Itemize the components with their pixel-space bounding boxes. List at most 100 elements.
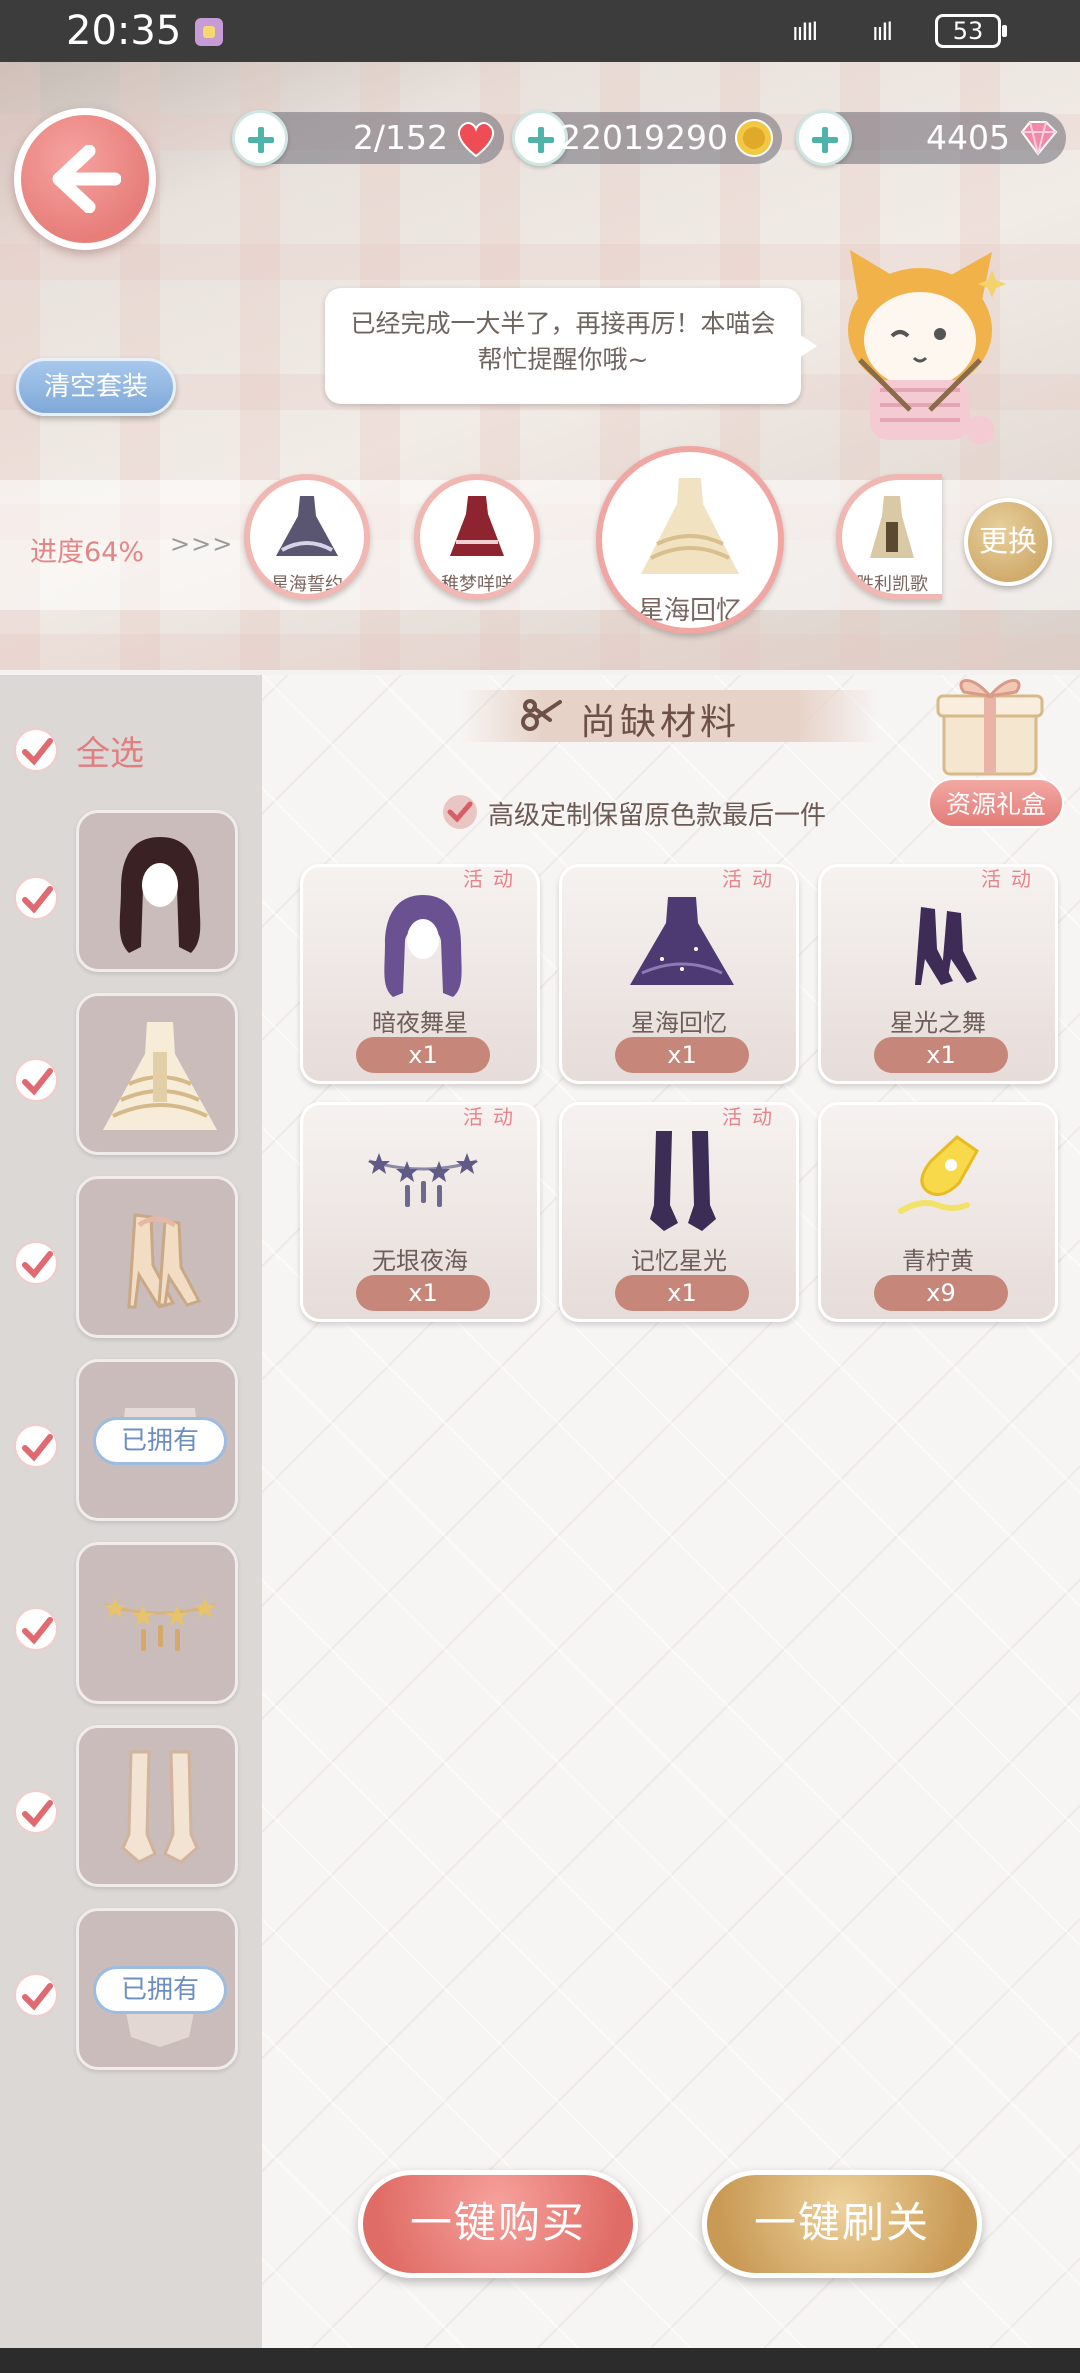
check-icon xyxy=(22,1800,53,1828)
heart-icon xyxy=(458,122,494,158)
check-icon xyxy=(447,801,473,823)
suit-label: 星海誓约 xyxy=(271,574,343,595)
gown-icon xyxy=(870,496,914,558)
check-icon xyxy=(22,1251,53,1279)
item-checkbox[interactable] xyxy=(14,1424,58,1468)
event-tag: 活动 xyxy=(981,867,1041,891)
diamond-icon xyxy=(1020,121,1058,156)
gloves-icon xyxy=(650,1131,716,1231)
gift-box-icon xyxy=(936,679,1044,776)
check-icon xyxy=(22,1617,53,1645)
app-notification-icon xyxy=(195,18,223,46)
gold-counter: 22019290 xyxy=(512,110,782,166)
gold-value: 22019290 xyxy=(560,118,728,157)
shoes-icon xyxy=(127,1213,202,1309)
item-checkbox[interactable] xyxy=(14,1607,58,1651)
add-diamond-button[interactable] xyxy=(796,110,852,166)
material-name: 记忆星光 xyxy=(631,1247,727,1275)
select-all-label[interactable]: 全选 xyxy=(76,726,144,775)
cat-mascot-icon xyxy=(848,250,1006,444)
shoes-icon xyxy=(915,907,977,985)
material-qty: x1 xyxy=(615,1275,749,1311)
material-name: 星海回忆 xyxy=(631,1009,727,1037)
owned-badge: 已拥有 xyxy=(93,1966,227,2014)
material-qty: x1 xyxy=(874,1037,1008,1073)
dress-icon xyxy=(103,1022,217,1130)
material-qty: x1 xyxy=(356,1037,490,1073)
select-all-checkbox[interactable] xyxy=(14,728,58,772)
material-qty: x9 xyxy=(874,1275,1008,1311)
back-button[interactable] xyxy=(14,108,156,250)
suit-thumbnail-current[interactable]: 星海回忆 xyxy=(596,446,784,634)
material-name: 星光之舞 xyxy=(890,1009,986,1037)
keep-original-label[interactable]: 高级定制保留原色款最后一件 xyxy=(488,795,826,832)
item-slot-necklace[interactable] xyxy=(76,1542,238,1704)
gown-icon xyxy=(276,496,338,556)
material-name: 青柠黄 xyxy=(902,1247,974,1275)
gold-coin-icon xyxy=(735,119,773,157)
material-card[interactable]: 活动 星海回忆 x1 xyxy=(559,864,799,1084)
material-card[interactable]: 青柠黄 x9 xyxy=(818,1102,1058,1322)
item-slot-coat[interactable]: 已拥有 xyxy=(76,1359,238,1521)
material-card[interactable]: 活动 暗夜舞星 x1 xyxy=(300,864,540,1084)
item-checkbox[interactable] xyxy=(14,1973,58,2017)
necklace-icon xyxy=(368,1153,478,1207)
event-tag: 活动 xyxy=(463,1105,523,1129)
status-bar: 20:35 ııIIl ııIl 53 xyxy=(0,0,1080,62)
event-tag: 活动 xyxy=(722,867,782,891)
dress-icon xyxy=(630,897,734,985)
hair-icon xyxy=(384,895,462,997)
scissors-icon xyxy=(521,699,562,731)
back-arrow-icon xyxy=(52,145,121,213)
check-icon xyxy=(22,1983,53,2011)
suit-thumbnail-2[interactable]: 稚梦咩咩 xyxy=(414,474,540,600)
check-icon xyxy=(22,886,53,914)
suit-label: 胜利凯歌 xyxy=(856,574,928,595)
resource-gift-button[interactable]: 资源礼盒 xyxy=(928,778,1064,828)
item-checkbox[interactable] xyxy=(14,1790,58,1834)
item-slot-accessory[interactable]: 已拥有 xyxy=(76,1908,238,2070)
item-checkbox[interactable] xyxy=(14,1241,58,1285)
buy-all-button[interactable]: 一键购买 xyxy=(358,2170,638,2278)
check-icon xyxy=(22,1068,53,1096)
material-card[interactable]: 活动 记忆星光 x1 xyxy=(559,1102,799,1322)
signal-icon-2: ııIl xyxy=(872,18,893,46)
section-title: 尚缺材料 xyxy=(580,702,741,743)
progress-arrows: >>> xyxy=(170,530,234,558)
item-slot-gloves[interactable] xyxy=(76,1725,238,1887)
material-card[interactable]: 活动 星光之舞 x1 xyxy=(818,864,1058,1084)
add-stamina-button[interactable] xyxy=(232,110,288,166)
material-name: 暗夜舞星 xyxy=(372,1009,468,1037)
change-suit-button[interactable]: 更换 xyxy=(964,498,1052,586)
material-qty: x1 xyxy=(615,1037,749,1073)
check-icon xyxy=(22,1434,53,1462)
necklace-icon xyxy=(104,1597,216,1651)
diamond-counter: 4405 xyxy=(796,110,1066,166)
sweep-all-button[interactable]: 一键刷关 xyxy=(702,2170,982,2278)
item-slot-shoes[interactable] xyxy=(76,1176,238,1338)
item-slot-dress[interactable] xyxy=(76,993,238,1155)
diamond-value: 4405 xyxy=(926,118,1010,157)
material-qty: x1 xyxy=(356,1275,490,1311)
event-tag: 活动 xyxy=(722,1105,782,1129)
dye-bottle-icon xyxy=(898,1135,979,1214)
clear-outfit-button[interactable]: 清空套装 xyxy=(16,358,176,416)
item-slot-hair[interactable] xyxy=(76,810,238,972)
hair-icon xyxy=(119,837,201,953)
progress-label: 进度64% xyxy=(30,537,145,568)
item-checkbox[interactable] xyxy=(14,876,58,920)
gown-icon xyxy=(641,478,739,574)
stamina-counter: 2/152 xyxy=(232,110,504,166)
battery-icon: 53 xyxy=(935,14,1007,48)
hint-bubble: 已经完成一大半了，再接再厉！本喵会帮忙提醒你哦~ xyxy=(325,288,817,404)
system-nav-bar xyxy=(0,2348,1080,2373)
signal-icon: ııIIl xyxy=(792,18,818,46)
keep-original-checkbox[interactable] xyxy=(443,795,477,829)
stamina-value: 2/152 xyxy=(352,118,448,157)
material-card[interactable]: 活动 无垠夜海 x1 xyxy=(300,1102,540,1322)
gown-icon xyxy=(450,496,504,556)
missing-materials-header: 尚缺材料 xyxy=(460,680,880,750)
item-checkbox[interactable] xyxy=(14,1058,58,1102)
suit-thumbnail-1[interactable]: 星海誓约 xyxy=(244,474,370,600)
event-tag: 活动 xyxy=(463,867,523,891)
